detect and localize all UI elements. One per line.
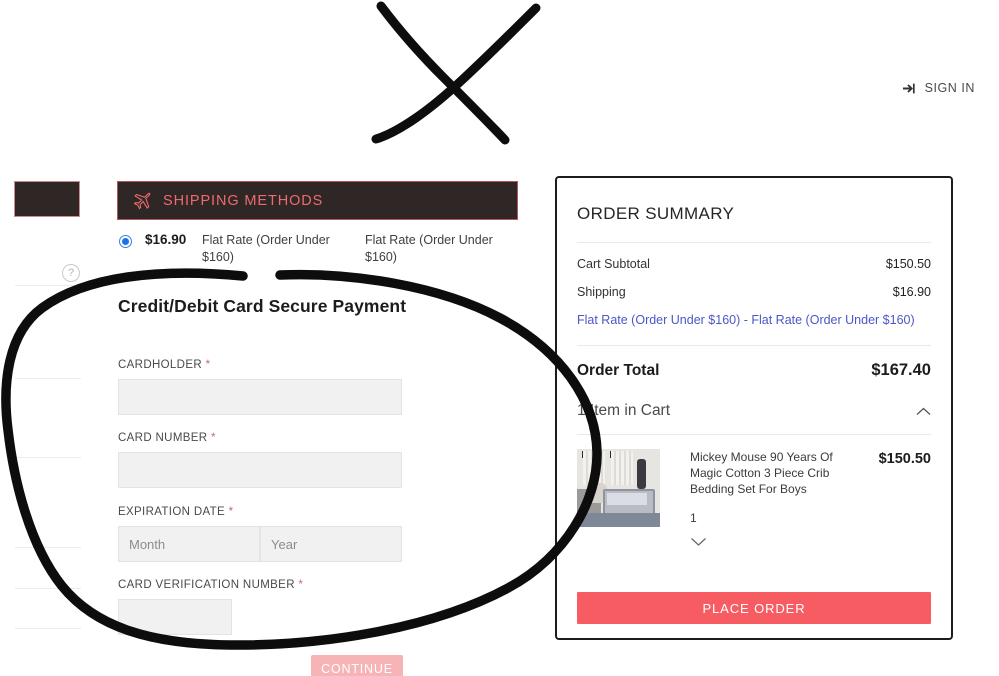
cart-subtotal-row: Cart Subtotal $150.50 xyxy=(577,257,931,271)
cart-subtotal-label: Cart Subtotal xyxy=(577,257,650,271)
card-number-label-text: CARD NUMBER xyxy=(118,432,208,444)
cardholder-input[interactable] xyxy=(118,379,402,415)
left-panel-dark-block xyxy=(14,181,80,217)
payment-section-title: Credit/Debit Card Secure Payment xyxy=(118,296,407,316)
cvn-label-text: CARD VERIFICATION NUMBER xyxy=(118,579,295,591)
left-panel-divider xyxy=(15,457,81,458)
checkout-page: SIGN IN ? SHIPPING METHODS $16.90 Flat R… xyxy=(0,0,999,676)
hand-drawn-x xyxy=(371,1,541,145)
shipping-methods-title: SHIPPING METHODS xyxy=(163,192,324,209)
sign-in-arrow-icon xyxy=(902,82,917,95)
card-number-input[interactable] xyxy=(118,452,402,488)
cart-items-count-label: 1 Item in Cart xyxy=(577,402,671,419)
shipping-row: Shipping $16.90 xyxy=(577,285,931,299)
cvn-input[interactable] xyxy=(118,599,232,635)
order-summary-panel: ORDER SUMMARY Cart Subtotal $150.50 Ship… xyxy=(555,176,953,640)
order-total-value: $167.40 xyxy=(871,361,931,379)
card-number-label: CARD NUMBER * xyxy=(118,432,216,444)
expiration-date-label: EXPIRATION DATE * xyxy=(118,506,233,518)
expiration-year-input[interactable] xyxy=(260,526,402,562)
place-order-button[interactable]: PLACE ORDER xyxy=(577,592,931,624)
expiration-month-input[interactable] xyxy=(118,526,260,562)
shipping-methods-header: SHIPPING METHODS xyxy=(117,181,518,220)
shipping-price: $16.90 xyxy=(145,232,187,247)
cvn-label: CARD VERIFICATION NUMBER * xyxy=(118,579,303,591)
product-thumbnail xyxy=(577,449,660,527)
cart-item-name: Mickey Mouse 90 Years Of Magic Cotton 3 … xyxy=(690,450,833,496)
sign-in-label: SIGN IN xyxy=(924,81,975,95)
required-marker: * xyxy=(205,359,211,371)
required-marker: * xyxy=(228,506,234,518)
cart-items-toggle[interactable]: 1 Item in Cart xyxy=(577,402,931,420)
cart-item-quantity: 1 xyxy=(690,511,697,525)
shipping-method-name: Flat Rate (Order Under $160) xyxy=(202,233,330,264)
chevron-up-icon[interactable] xyxy=(916,407,931,416)
shipping-carrier-name: Flat Rate (Order Under $160) xyxy=(365,233,493,264)
cart-item-price: $150.50 xyxy=(878,451,931,467)
left-panel-divider xyxy=(15,628,81,629)
order-summary-title: ORDER SUMMARY xyxy=(577,204,735,223)
divider xyxy=(577,345,931,346)
help-icon[interactable]: ? xyxy=(62,264,80,282)
cardholder-label: CARDHOLDER * xyxy=(118,359,210,371)
left-panel-divider xyxy=(15,285,81,286)
order-total-label: Order Total xyxy=(577,362,660,379)
cart-subtotal-value: $150.50 xyxy=(885,257,931,271)
divider xyxy=(577,242,931,243)
airplane-icon xyxy=(131,191,152,211)
left-panel-divider xyxy=(15,547,81,548)
expiration-date-label-text: EXPIRATION DATE xyxy=(118,506,226,518)
left-panel-divider xyxy=(15,378,81,379)
divider xyxy=(577,434,931,435)
shipping-value: $16.90 xyxy=(892,285,931,299)
cart-item-row: Mickey Mouse 90 Years Of Magic Cotton 3 … xyxy=(577,449,931,547)
order-total-row: Order Total $167.40 xyxy=(577,361,931,380)
cardholder-label-text: CARDHOLDER xyxy=(118,359,203,371)
required-marker: * xyxy=(298,579,304,591)
continue-button[interactable]: CONTINUE xyxy=(311,655,403,676)
shipping-description-link[interactable]: Flat Rate (Order Under $160) - Flat Rate… xyxy=(577,312,931,329)
required-marker: * xyxy=(211,432,216,444)
shipping-option-radio[interactable] xyxy=(119,235,132,248)
chevron-down-icon[interactable] xyxy=(690,537,871,547)
shipping-label: Shipping xyxy=(577,285,626,299)
left-panel-divider xyxy=(15,588,81,589)
sign-in-button[interactable]: SIGN IN xyxy=(902,81,975,95)
